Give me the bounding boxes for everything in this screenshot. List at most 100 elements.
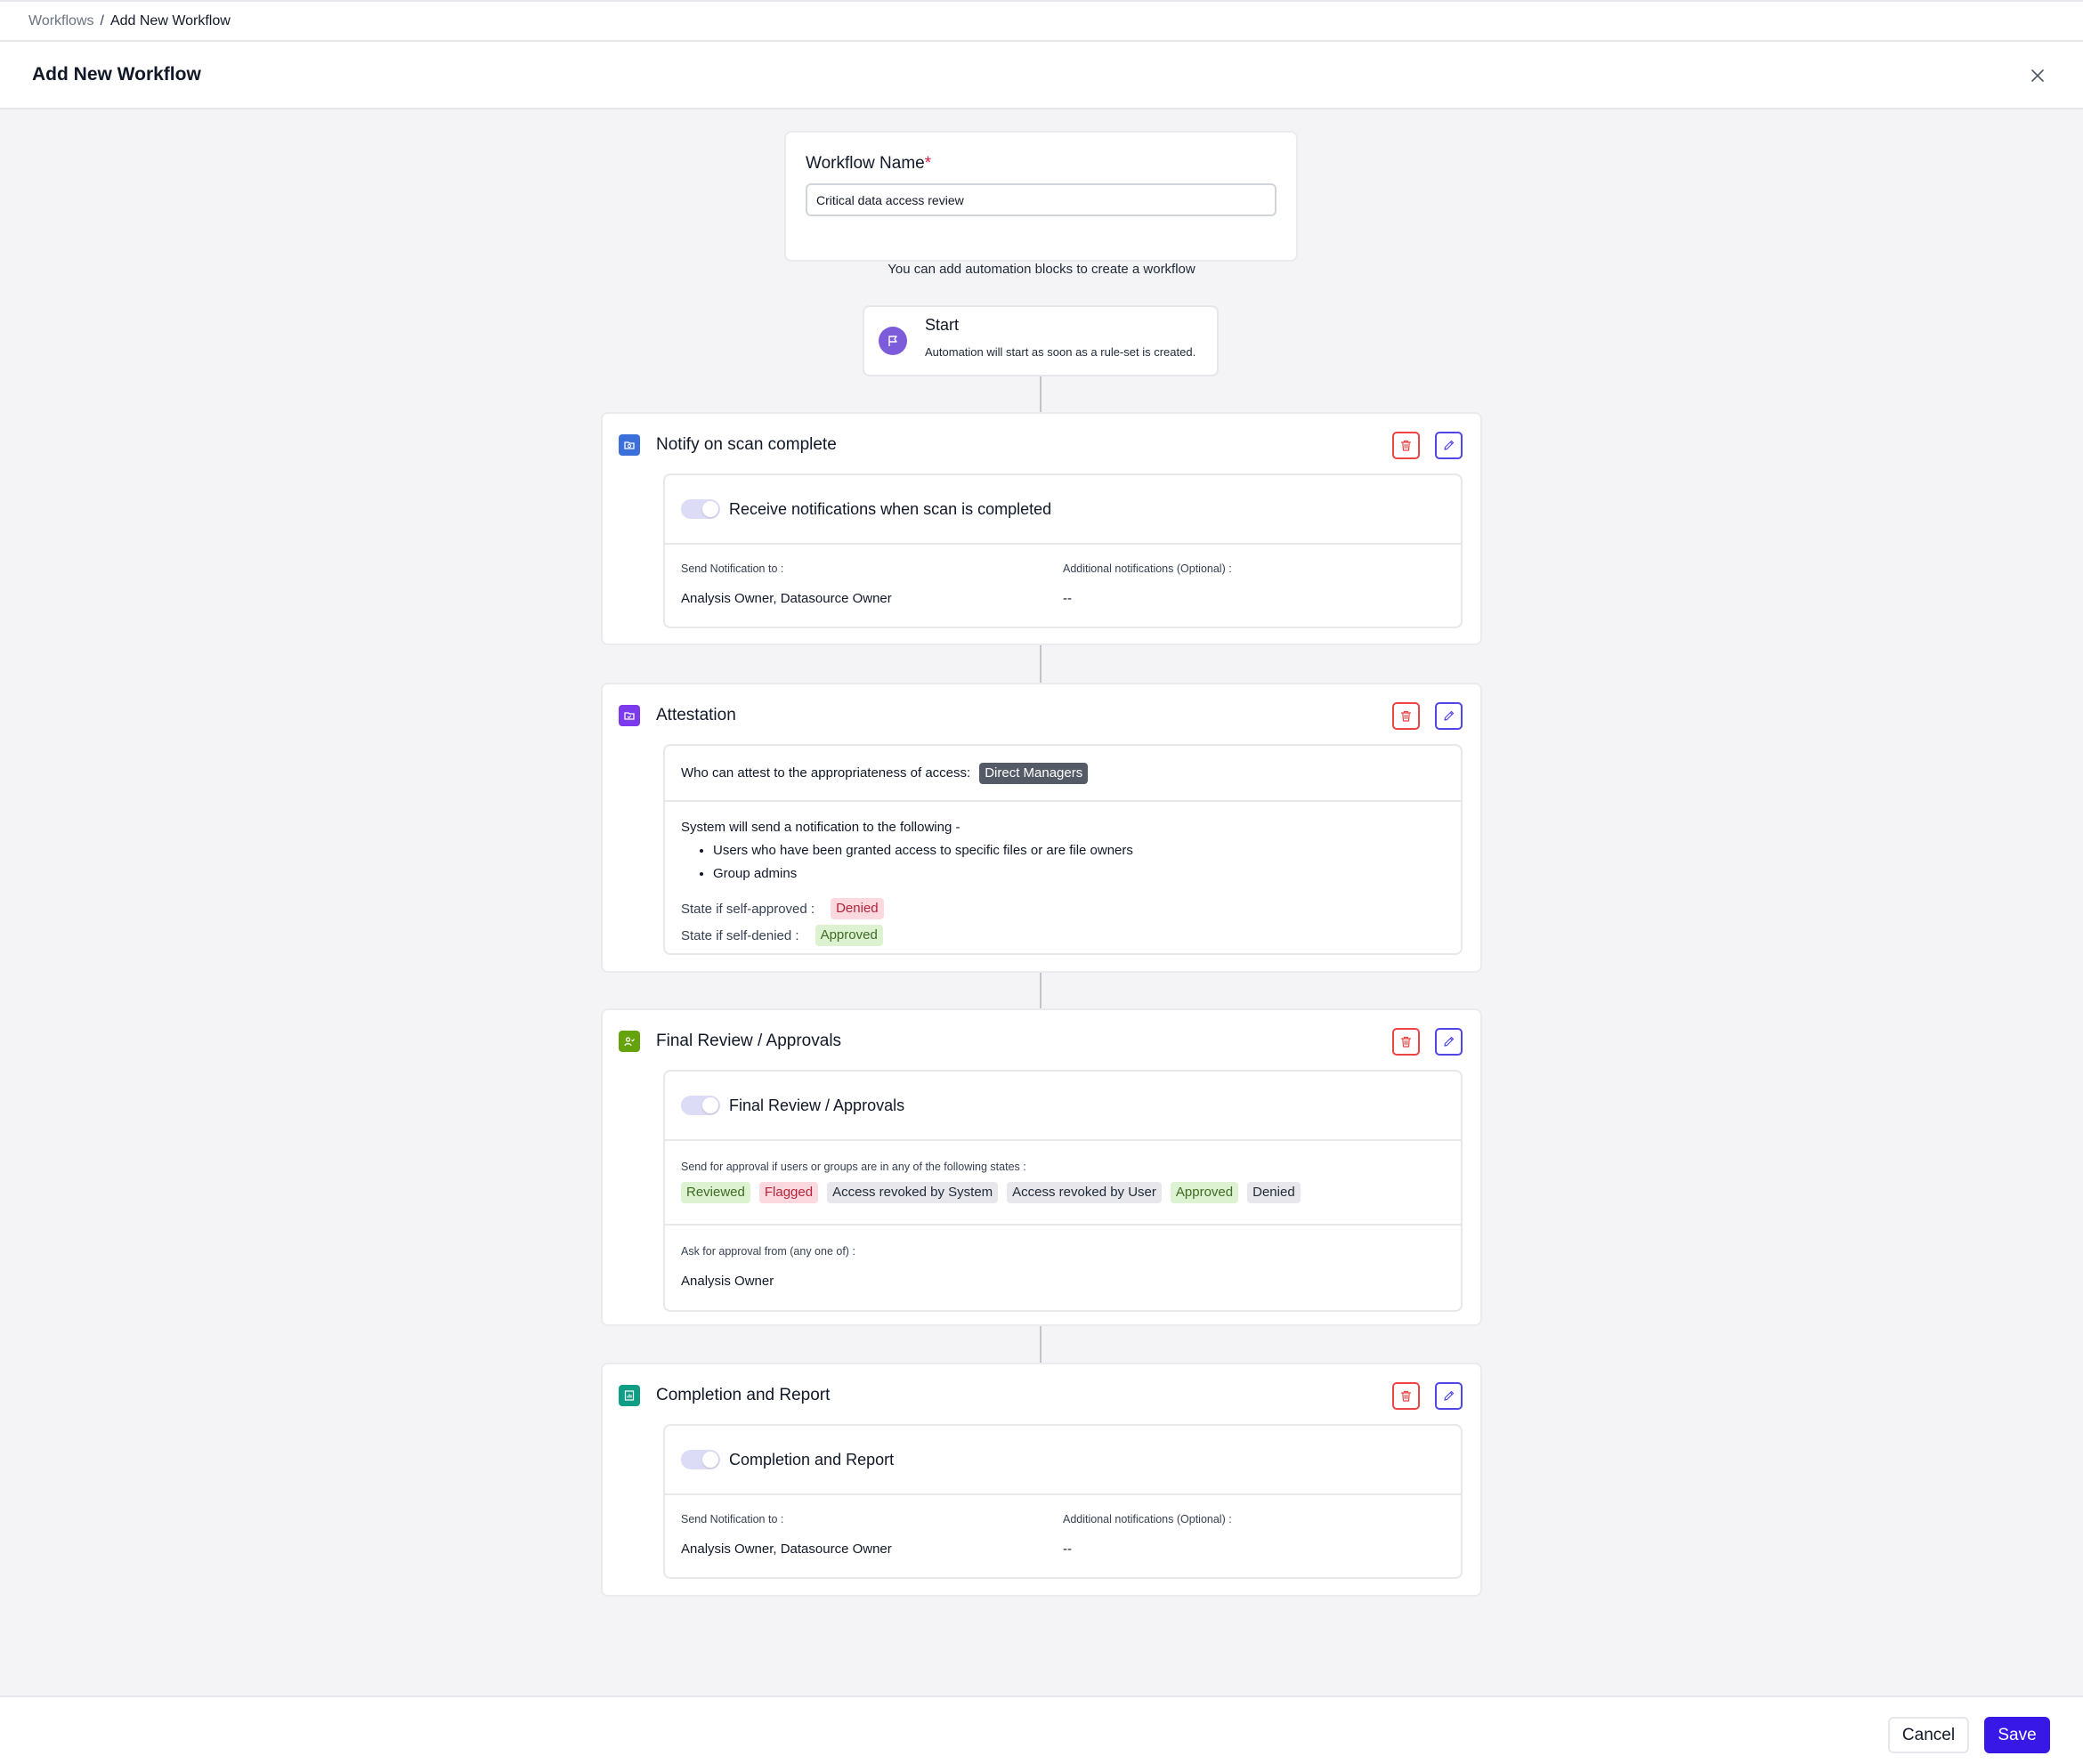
notify-block: Notify on scan complete Receive notifica… bbox=[601, 412, 1482, 645]
approval-states-section: Send for approval if users or groups are… bbox=[665, 1141, 1461, 1226]
self-approved-label: State if self-approved : bbox=[681, 901, 815, 917]
completion-block-badge bbox=[619, 1385, 640, 1406]
final-review-delete-button[interactable] bbox=[1392, 1028, 1420, 1056]
final-review-toggle[interactable] bbox=[681, 1096, 720, 1115]
ask-approval-section: Ask for approval from (any one of) : Ana… bbox=[665, 1226, 1461, 1310]
final-review-toggle-label: Final Review / Approvals bbox=[729, 1096, 905, 1114]
completion-delete-button[interactable] bbox=[1392, 1382, 1420, 1410]
connector-line bbox=[1040, 973, 1042, 1008]
page-header: Add New Workflow bbox=[0, 42, 2083, 109]
list-item: Users who have been granted access to sp… bbox=[713, 839, 1445, 862]
save-button[interactable]: Save bbox=[1984, 1717, 2050, 1753]
start-subtitle: Automation will start as soon as a rule-… bbox=[925, 345, 1196, 359]
state-tag-approved: Approved bbox=[1170, 1182, 1239, 1203]
state-tag-denied: Denied bbox=[1247, 1182, 1301, 1203]
attestation-details: System will send a notification to the f… bbox=[665, 802, 1461, 946]
approval-states-label: Send for approval if users or groups are… bbox=[681, 1161, 1026, 1173]
toggle-knob bbox=[702, 1452, 718, 1468]
connector-line bbox=[1040, 1326, 1042, 1363]
self-denied-tag: Approved bbox=[815, 925, 883, 946]
report-icon bbox=[624, 1390, 635, 1401]
start-title: Start bbox=[925, 316, 960, 334]
breadcrumb-current: Add New Workflow bbox=[109, 12, 231, 28]
close-button[interactable] bbox=[2026, 64, 2049, 87]
workflow-name-card: Workflow Name* bbox=[784, 131, 1298, 262]
workflow-name-label-text: Workflow Name bbox=[806, 154, 925, 173]
attestation-block-body: Who can attest to the appropriateness of… bbox=[663, 744, 1463, 955]
state-tag-revoked-system: Access revoked by System bbox=[827, 1182, 999, 1203]
self-approved-tag: Denied bbox=[831, 898, 884, 919]
send-notification-label: Send Notification to : bbox=[681, 562, 784, 575]
send-notification-value: Analysis Owner, Datasource Owner bbox=[681, 1541, 892, 1557]
final-review-block-title: Final Review / Approvals bbox=[656, 1032, 842, 1050]
send-notification-label: Send Notification to : bbox=[681, 1513, 784, 1525]
footer-bar: Cancel Save bbox=[0, 1695, 2083, 1764]
notify-toggle-row: Receive notifications when scan is compl… bbox=[665, 475, 1461, 545]
additional-notifications-label: Additional notifications (Optional) : bbox=[1063, 1513, 1232, 1525]
flag-icon bbox=[888, 336, 897, 346]
final-review-edit-button[interactable] bbox=[1435, 1028, 1463, 1056]
breadcrumb-workflows-link[interactable]: Workflows bbox=[28, 13, 94, 29]
pencil-icon bbox=[1444, 1036, 1455, 1047]
folder-check-icon bbox=[624, 712, 635, 720]
close-icon bbox=[2031, 69, 2044, 82]
attestation-block: Attestation Who can attest to the approp… bbox=[601, 683, 1482, 973]
notify-toggle[interactable] bbox=[681, 499, 720, 519]
required-mark: * bbox=[924, 154, 932, 173]
attestation-block-title: Attestation bbox=[656, 706, 736, 724]
start-flag-badge bbox=[879, 327, 907, 355]
completion-toggle[interactable] bbox=[681, 1450, 720, 1469]
ask-approval-label: Ask for approval from (any one of) : bbox=[681, 1245, 855, 1258]
workflow-name-input[interactable] bbox=[806, 183, 1277, 216]
completion-edit-button[interactable] bbox=[1435, 1382, 1463, 1410]
cancel-button[interactable]: Cancel bbox=[1888, 1717, 1969, 1753]
completion-block: Completion and Report Completion and Rep… bbox=[601, 1363, 1482, 1597]
folder-scan-icon bbox=[624, 441, 635, 449]
final-review-block-body: Final Review / Approvals Send for approv… bbox=[663, 1070, 1463, 1312]
attestation-recipient-list: Users who have been granted access to sp… bbox=[713, 839, 1445, 886]
workflow-canvas: Workflow Name* You can add automation bl… bbox=[0, 109, 2083, 1695]
trash-icon bbox=[1400, 1390, 1412, 1402]
approval-states-tags: Reviewed Flagged Access revoked by Syste… bbox=[681, 1182, 1445, 1203]
additional-notifications-value: -- bbox=[1063, 1541, 1072, 1557]
start-block: Start Automation will start as soon as a… bbox=[863, 305, 1219, 376]
cancel-button-label: Cancel bbox=[1901, 1725, 1956, 1744]
final-review-block: Final Review / Approvals Final Review / … bbox=[601, 1008, 1482, 1326]
pencil-icon bbox=[1444, 1390, 1455, 1401]
workflow-hint: You can add automation blocks to create … bbox=[888, 262, 1195, 277]
save-button-label: Save bbox=[1998, 1725, 2037, 1744]
user-check-icon bbox=[624, 1037, 635, 1047]
attestation-edit-button[interactable] bbox=[1435, 702, 1463, 730]
notify-edit-button[interactable] bbox=[1435, 432, 1463, 459]
connector-line bbox=[1040, 645, 1042, 683]
completion-recipients: Send Notification to : Analysis Owner, D… bbox=[665, 1495, 1461, 1577]
notify-toggle-label: Receive notifications when scan is compl… bbox=[729, 499, 1052, 518]
final-review-toggle-row: Final Review / Approvals bbox=[665, 1072, 1461, 1141]
completion-block-body: Completion and Report Send Notification … bbox=[663, 1424, 1463, 1579]
notify-block-body: Receive notifications when scan is compl… bbox=[663, 473, 1463, 628]
breadcrumb: Workflows / Add New Workflow bbox=[0, 0, 2083, 42]
ask-approval-value: Analysis Owner bbox=[681, 1274, 774, 1289]
send-notification-value: Analysis Owner, Datasource Owner bbox=[681, 591, 892, 606]
trash-icon bbox=[1400, 1036, 1412, 1048]
additional-notifications-label: Additional notifications (Optional) : bbox=[1063, 562, 1232, 575]
attest-who-tag: Direct Managers bbox=[979, 762, 1089, 784]
state-tag-revoked-user: Access revoked by User bbox=[1007, 1182, 1162, 1203]
self-denied-row: State if self-denied : Approved bbox=[681, 925, 1445, 946]
trash-icon bbox=[1400, 710, 1412, 722]
notify-delete-button[interactable] bbox=[1392, 432, 1420, 459]
trash-icon bbox=[1400, 440, 1412, 451]
completion-toggle-label: Completion and Report bbox=[729, 1450, 895, 1469]
state-tag-reviewed: Reviewed bbox=[681, 1182, 750, 1203]
attestation-delete-button[interactable] bbox=[1392, 702, 1420, 730]
completion-toggle-row: Completion and Report bbox=[665, 1426, 1461, 1495]
attest-who-label: Who can attest to the appropriateness of… bbox=[681, 765, 971, 781]
final-review-block-badge bbox=[619, 1031, 640, 1052]
notify-block-title: Notify on scan complete bbox=[656, 435, 837, 454]
pencil-icon bbox=[1444, 440, 1455, 450]
system-notify-text: System will send a notification to the f… bbox=[681, 820, 960, 835]
completion-block-title: Completion and Report bbox=[656, 1386, 831, 1404]
connector-line bbox=[1040, 376, 1042, 412]
state-tag-flagged: Flagged bbox=[758, 1182, 819, 1203]
breadcrumb-separator: / bbox=[100, 12, 104, 28]
